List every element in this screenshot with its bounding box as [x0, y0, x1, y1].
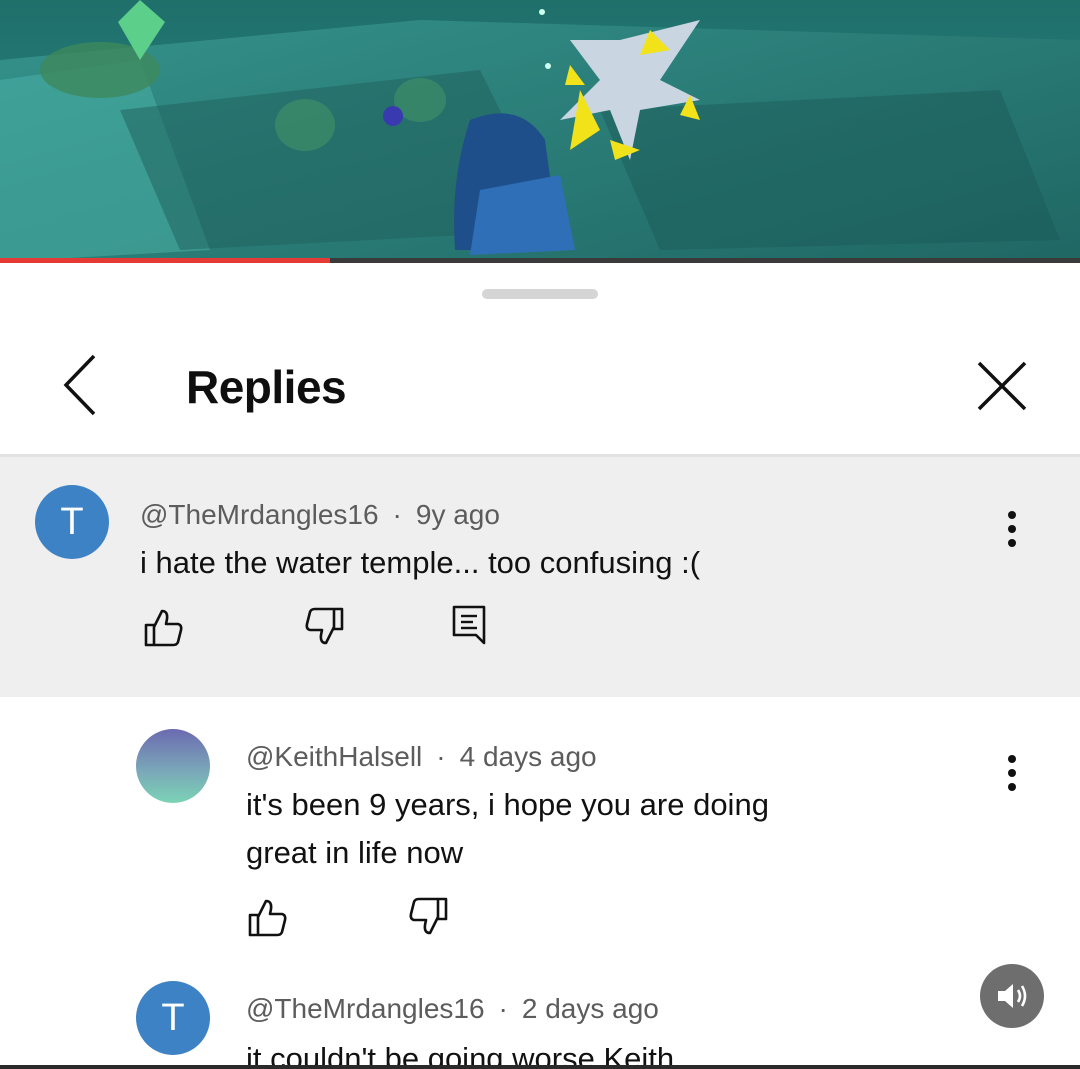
- close-button[interactable]: [972, 356, 1032, 416]
- reply-item: T @TheMrdangles16 · 2 days ago it couldn't…: [0, 957, 1080, 1069]
- comment-author[interactable]: @KeithHalsell: [246, 741, 422, 772]
- comment-time: 2 days ago: [521, 993, 659, 1024]
- thumbs-up-icon[interactable]: [246, 895, 290, 939]
- avatar-letter: T: [161, 996, 185, 1039]
- video-player[interactable]: [0, 0, 1080, 262]
- thumbs-down-icon[interactable]: [302, 605, 346, 649]
- meta-separator: ·: [392, 499, 402, 530]
- drag-handle[interactable]: [482, 289, 598, 299]
- back-button[interactable]: [52, 350, 112, 420]
- avatar-letter: T: [60, 500, 84, 543]
- comment-time: 9y ago: [415, 499, 500, 530]
- speaker-icon: [998, 984, 1027, 1008]
- parent-comment: T @TheMrdangles16 · 9y ago i hate the wate…: [0, 457, 1080, 697]
- video-progress-bar[interactable]: [0, 258, 1080, 263]
- reply-comment-icon[interactable]: [448, 603, 492, 647]
- avatar[interactable]: T: [136, 981, 210, 1055]
- sound-button[interactable]: [980, 964, 1044, 1028]
- avatar[interactable]: T: [35, 485, 109, 559]
- comment-meta: @TheMrdangles16 · 9y ago: [140, 499, 500, 531]
- comment-text: it couldn't be going worse Keith: [246, 1041, 675, 1069]
- more-vertical-icon[interactable]: [1002, 507, 1022, 551]
- thumbs-up-icon[interactable]: [142, 605, 186, 649]
- comment-text: i hate the water temple... too confusing…: [140, 545, 701, 580]
- reply-item: @KeithHalsell · 4 days ago it's been 9 yea…: [0, 697, 1080, 957]
- bottom-edge: [0, 1065, 1080, 1069]
- more-vertical-icon[interactable]: [1002, 751, 1022, 795]
- replies-sheet: Replies T @TheMrdangles16 · 9y ago i hate …: [0, 264, 1080, 1069]
- video-progress-fill: [0, 258, 331, 263]
- comment-time: 4 days ago: [459, 741, 597, 772]
- comment-text: it's been 9 years, i hope you are doing …: [246, 787, 769, 870]
- meta-separator: ·: [436, 741, 446, 772]
- comment-meta: @TheMrdangles16 · 2 days ago: [246, 993, 659, 1025]
- chevron-left-icon: [63, 354, 96, 416]
- comment-meta: @KeithHalsell · 4 days ago: [246, 741, 597, 773]
- comment-author[interactable]: @TheMrdangles16: [140, 499, 379, 530]
- page-title: Replies: [186, 361, 347, 413]
- comment-author[interactable]: @TheMrdangles16: [246, 993, 485, 1024]
- meta-separator: ·: [498, 993, 508, 1024]
- video-frame: [0, 0, 1080, 262]
- close-icon: [977, 361, 1027, 411]
- avatar[interactable]: [136, 729, 210, 803]
- thumbs-down-icon[interactable]: [406, 895, 450, 939]
